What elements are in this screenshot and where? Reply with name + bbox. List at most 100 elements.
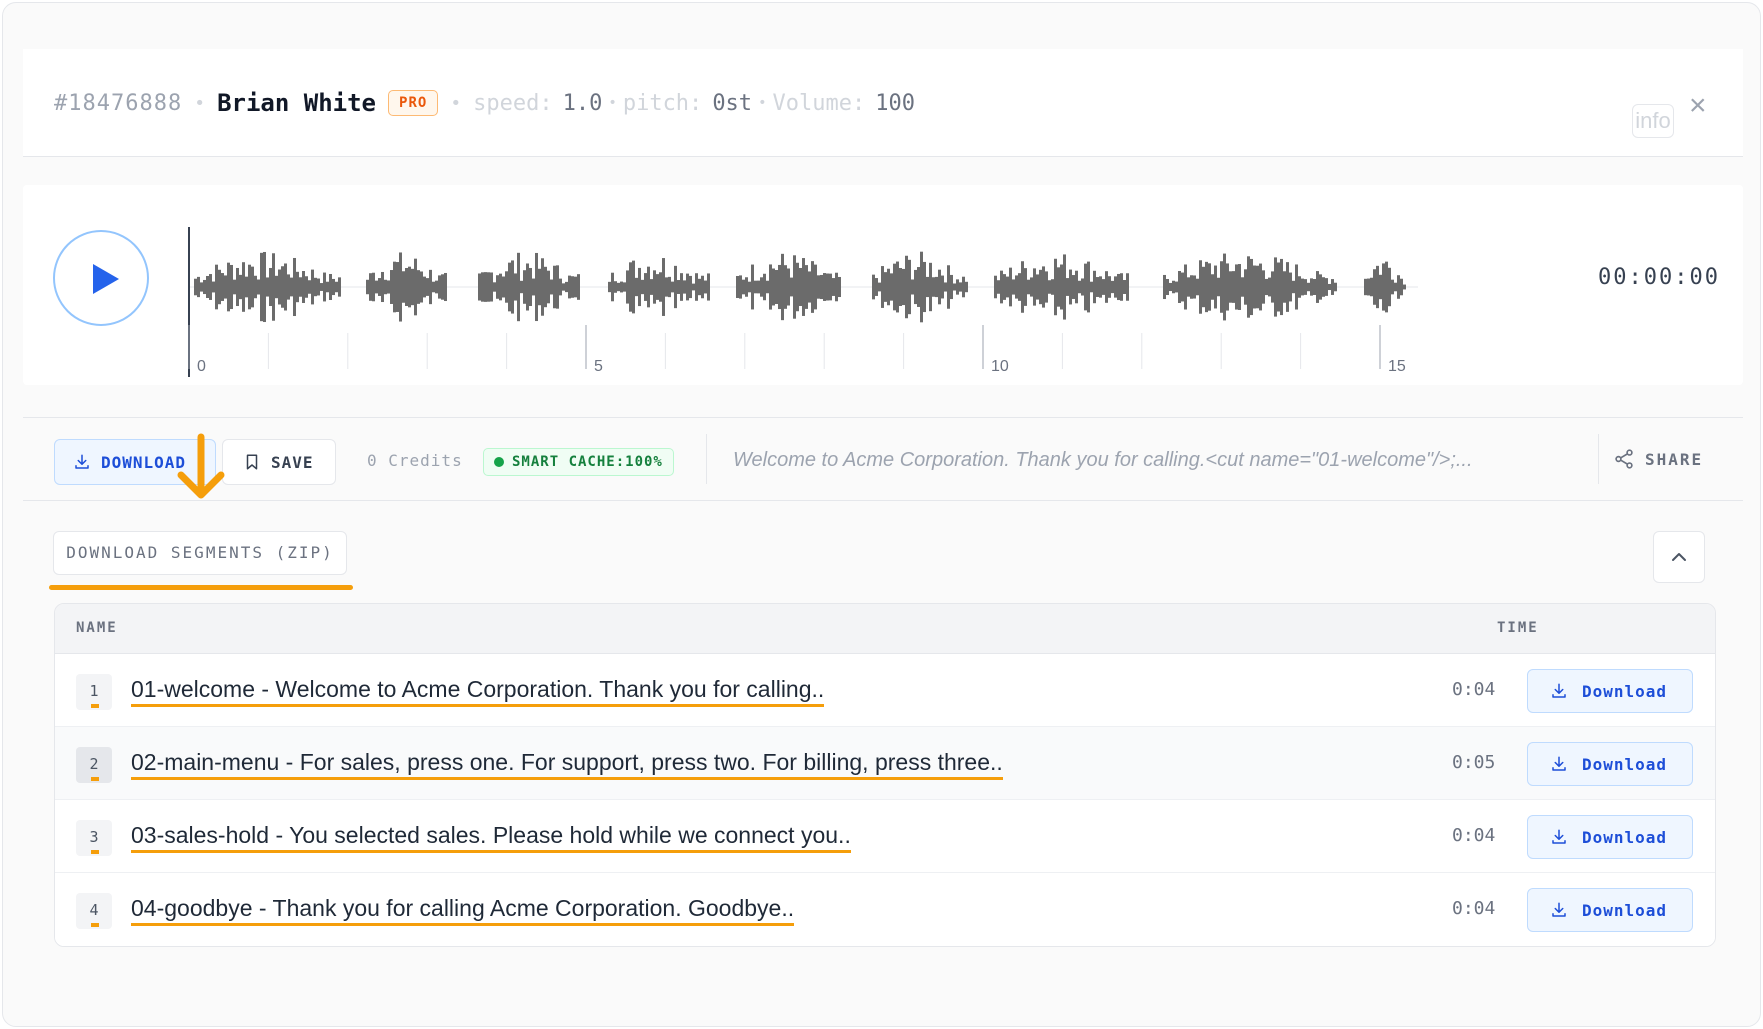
- waveform-bar: [1042, 266, 1045, 308]
- waveform-bar: [1229, 271, 1232, 303]
- waveform-bar: [956, 279, 959, 295]
- table-row[interactable]: 1 01-welcome - Welcome to Acme Corporati…: [55, 654, 1715, 727]
- waveform-bar: [490, 272, 493, 302]
- waveform-bar: [611, 272, 614, 302]
- waveform-bar: [799, 267, 802, 307]
- waveform-bar: [1253, 265, 1256, 309]
- waveform-bar: [535, 252, 538, 322]
- waveform-bar: [1400, 278, 1403, 296]
- waveform-bar: [1075, 270, 1078, 304]
- waveform-bar: [1048, 280, 1051, 294]
- segment-download-button[interactable]: Download: [1527, 742, 1693, 786]
- waveform-bar: [559, 278, 562, 296]
- waveform-bar: [1114, 276, 1117, 298]
- waveform-bar: [1256, 265, 1259, 309]
- table-row[interactable]: 3 03-sales-hold - You selected sales. Pl…: [55, 800, 1715, 873]
- segment-download-button[interactable]: Download: [1527, 815, 1693, 859]
- waveform-bar: [206, 275, 209, 299]
- waveform-bar: [1364, 278, 1367, 296]
- waveform-bar: [896, 261, 899, 313]
- waveform-bar: [1181, 272, 1184, 302]
- waveform-bar: [905, 255, 908, 319]
- smart-cache-badge: SMART CACHE:100%: [483, 448, 674, 476]
- waveform-bar: [556, 265, 559, 309]
- waveform-bar: [754, 280, 757, 294]
- table-row[interactable]: 4 04-goodbye - Thank you for calling Acm…: [55, 873, 1715, 946]
- waveform-bar: [902, 268, 905, 306]
- column-header-name: NAME: [76, 620, 118, 636]
- waveform-bar: [224, 275, 227, 299]
- waveform-bar: [632, 260, 635, 314]
- waveform-bar: [617, 282, 620, 292]
- waveform-bar: [1069, 269, 1072, 305]
- waveform-bar: [438, 275, 441, 299]
- waveform-bar: [1163, 274, 1166, 300]
- waveform-bar: [890, 273, 893, 301]
- download-icon: [1552, 902, 1566, 917]
- table-header: NAME TIME: [55, 604, 1715, 654]
- waveform[interactable]: 0 5 10 15: [188, 227, 1428, 377]
- tts-result-card: #18476888 • Brian White PRO • speed: 1.0…: [2, 2, 1761, 1027]
- segment-time: 0:05: [1452, 752, 1496, 773]
- waveform-bar: [1214, 265, 1217, 309]
- waveform-bar: [1087, 261, 1090, 313]
- waveform-bar: [608, 281, 611, 293]
- waveform-bar: [293, 257, 296, 317]
- waveform-bar: [1030, 277, 1033, 297]
- play-icon: [93, 264, 119, 294]
- header: #18476888 • Brian White PRO • speed: 1.0…: [23, 49, 1743, 157]
- download-icon: [75, 454, 89, 469]
- waveform-player: 0 5 10 15 00:00:00: [23, 185, 1743, 385]
- waveform-bar: [1301, 278, 1304, 296]
- chevron-up-icon: [1672, 553, 1686, 561]
- waveform-bar: [947, 265, 950, 309]
- waveform-bar: [677, 280, 680, 294]
- waveform-bar: [263, 251, 266, 323]
- waveform-bar: [1208, 263, 1211, 311]
- waveform-bar: [1295, 264, 1298, 310]
- waveform-bar: [251, 266, 254, 308]
- close-icon[interactable]: ×: [1689, 91, 1707, 121]
- waveform-bar: [1196, 278, 1199, 296]
- waveform-bar: [769, 264, 772, 310]
- save-button[interactable]: SAVE: [222, 439, 336, 485]
- waveform-bar: [502, 276, 505, 298]
- waveform-bar: [1120, 273, 1123, 301]
- waveform-bar: [635, 277, 638, 297]
- info-button[interactable]: info: [1632, 104, 1674, 138]
- waveform-bar: [1235, 264, 1238, 310]
- collapse-button[interactable]: [1653, 531, 1705, 583]
- waveform-bar: [614, 281, 617, 293]
- waveform-bar: [745, 277, 748, 297]
- waveform-bar: [1280, 258, 1283, 316]
- download-segments-zip-button[interactable]: DOWNLOAD SEGMENTS (ZIP): [53, 531, 347, 575]
- waveform-bar: [478, 273, 481, 301]
- credits-count: 0 Credits: [367, 451, 463, 470]
- waveform-bar: [493, 282, 496, 292]
- script-preview[interactable]: Welcome to Acme Corporation. Thank you f…: [733, 449, 1583, 472]
- segment-download-button[interactable]: Download: [1527, 888, 1693, 932]
- waveform-bar: [878, 282, 881, 292]
- waveform-bar: [402, 271, 405, 303]
- waveform-bar: [641, 279, 644, 295]
- waveform-bar: [1367, 278, 1370, 296]
- waveform-bar: [1078, 280, 1081, 294]
- waveform-bar: [1262, 270, 1265, 304]
- waveform-bar: [387, 280, 390, 294]
- table-row[interactable]: 2 02-main-menu - For sales, press one. F…: [55, 727, 1715, 800]
- segment-time: 0:04: [1452, 825, 1496, 846]
- waveform-bar: [1111, 280, 1114, 294]
- waveform-bar: [953, 283, 956, 291]
- segment-download-button[interactable]: Download: [1527, 669, 1693, 713]
- waveform-bar: [811, 261, 814, 313]
- waveform-bar: [647, 266, 650, 308]
- waveform-bar: [1090, 281, 1093, 293]
- waveform-bar: [1123, 280, 1126, 294]
- waveform-bar: [1385, 261, 1388, 313]
- play-button[interactable]: [53, 230, 149, 326]
- segment-download-label: Download: [1582, 681, 1668, 701]
- voice-meta-row: #18476888 • Brian White PRO • speed: 1.0…: [54, 89, 915, 117]
- waveform-bar: [236, 267, 239, 307]
- waveform-bar: [435, 280, 438, 294]
- share-button[interactable]: SHARE: [1613, 448, 1703, 470]
